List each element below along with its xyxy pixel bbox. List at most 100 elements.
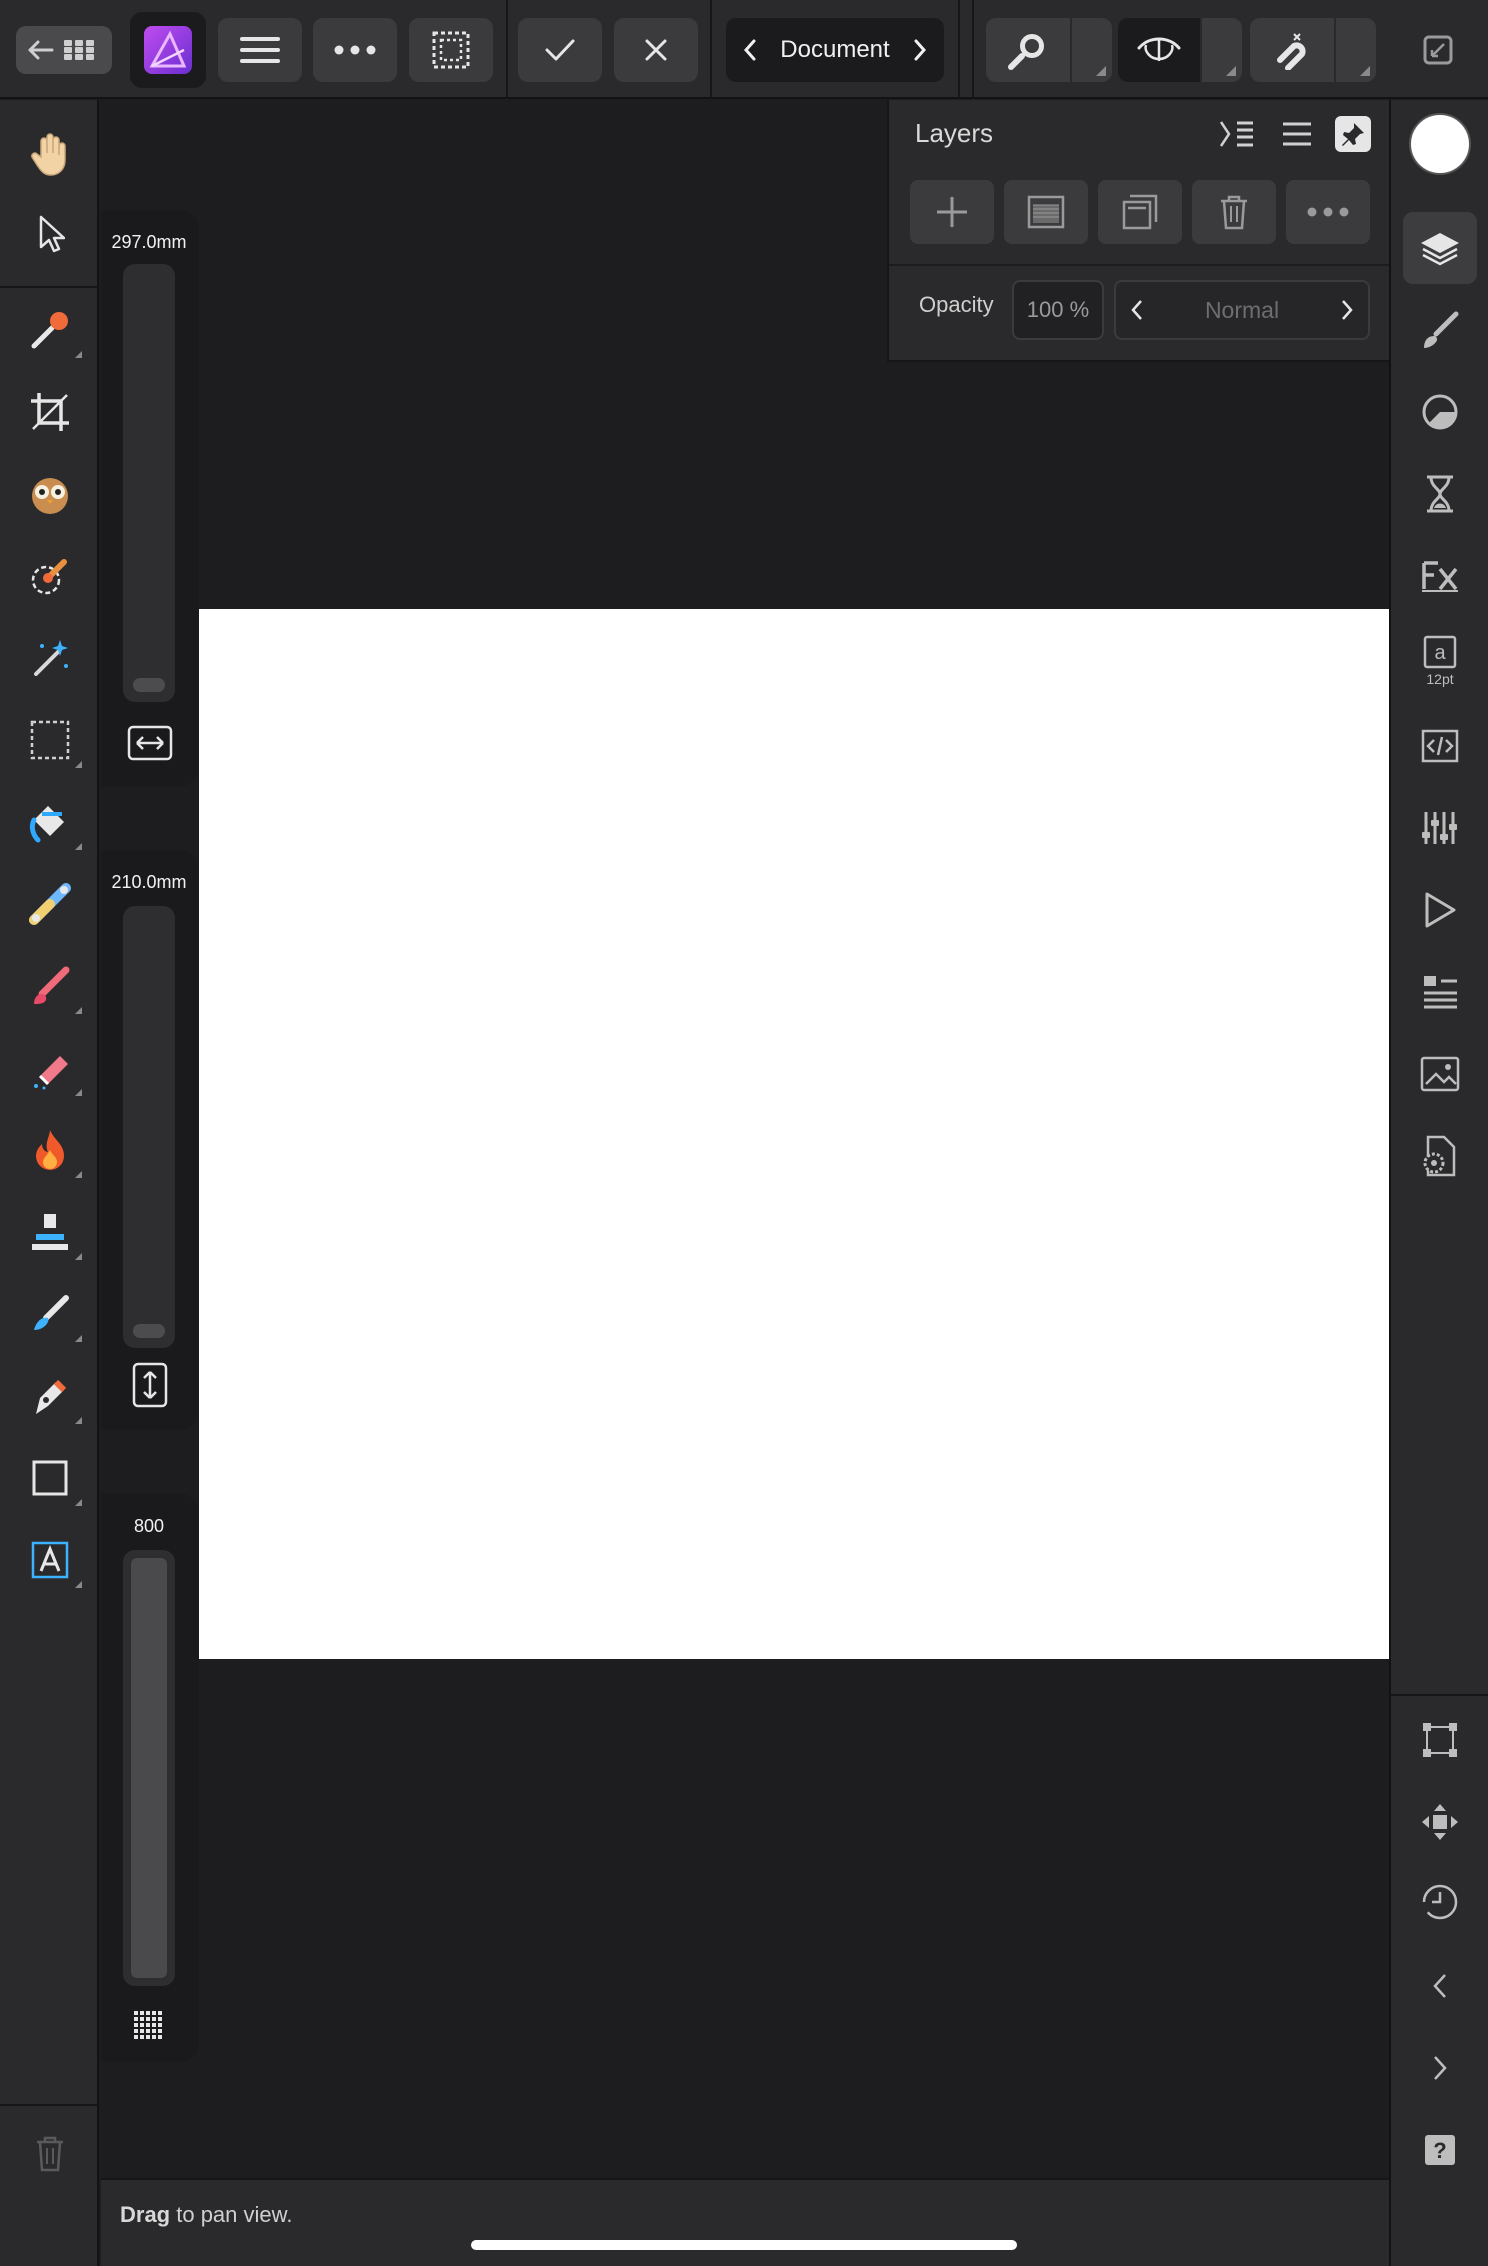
chevron-left-icon[interactable] [1130, 299, 1144, 321]
flyout-indicator [75, 1007, 82, 1014]
erase-brush-tool[interactable] [20, 1038, 82, 1098]
snapping-options-flyout[interactable] [1336, 18, 1376, 82]
eraser-icon [34, 1056, 68, 1090]
plus-icon [937, 197, 967, 227]
dodge-burn-tool[interactable] [20, 1120, 82, 1180]
gradient-tool[interactable] [20, 874, 80, 934]
cancel-button[interactable] [614, 18, 698, 82]
chevron-left-icon [1433, 1974, 1446, 1998]
delete-layer-button[interactable] [1192, 180, 1276, 244]
help-button[interactable]: ? [1403, 2114, 1477, 2186]
height-slider-panel: 210.0mm [101, 850, 199, 1430]
marquee-tool[interactable] [20, 710, 82, 770]
history-studio-button[interactable] [1403, 458, 1477, 530]
shape-tool[interactable] [20, 1448, 82, 1508]
view-options-flyout[interactable] [1202, 18, 1242, 82]
document-gear-icon [1423, 1135, 1456, 1177]
transform-studio-button[interactable] [1403, 956, 1477, 1028]
width-slider[interactable] [123, 264, 175, 702]
magnet-icon [1277, 33, 1306, 70]
character-studio-button[interactable]: a 12pt [1403, 622, 1477, 700]
pin-icon [1342, 123, 1364, 146]
navigator-studio-button[interactable] [1403, 874, 1477, 946]
add-mask-button[interactable] [1004, 180, 1088, 244]
channels-studio-button[interactable] [1403, 792, 1477, 864]
clock-history-icon [1422, 1884, 1458, 1920]
add-layer-button[interactable] [910, 180, 994, 244]
dpi-grid-icon [127, 2004, 173, 2050]
effects-studio-button[interactable] [1403, 540, 1477, 612]
chevron-right-icon[interactable] [912, 38, 928, 62]
flood-select-tool[interactable] [20, 628, 80, 688]
selection-mode-button[interactable] [409, 18, 493, 82]
move-nudge-button[interactable] [1403, 1786, 1477, 1858]
photo-persona-button[interactable] [130, 12, 206, 88]
transform-handles-button[interactable] [1403, 1704, 1477, 1776]
chevron-right-icon[interactable] [1340, 299, 1354, 321]
height-slider-thumb[interactable] [133, 1324, 165, 1338]
pen-tool[interactable] [20, 1366, 82, 1426]
collapse-panel-button[interactable] [1215, 112, 1259, 156]
blend-mode-select[interactable]: Normal [1114, 280, 1370, 340]
resize-icon [1423, 35, 1453, 65]
magic-wand-icon [34, 640, 68, 676]
code-icon [1421, 729, 1459, 763]
adjustments-studio-button[interactable] [1403, 376, 1477, 448]
crop-tool[interactable] [20, 382, 80, 442]
top-toolbar: Document [0, 0, 1488, 99]
smudge-brush-tool[interactable] [20, 1284, 82, 1344]
trash-icon [37, 2136, 63, 2172]
paintbrush-icon [34, 966, 70, 1004]
panel-menu-button[interactable] [1275, 112, 1319, 156]
home-indicator[interactable] [471, 2240, 1017, 2250]
pin-panel-button[interactable] [1335, 116, 1371, 152]
height-slider[interactable] [123, 906, 175, 1348]
text-tool[interactable] [20, 1530, 82, 1590]
stock-studio-button[interactable] [1403, 1038, 1477, 1110]
more-layer-options-button[interactable] [1286, 180, 1370, 244]
eyedropper-icon [31, 312, 68, 349]
more-button[interactable] [313, 18, 397, 82]
document-navigator[interactable]: Document [726, 18, 944, 82]
redo-button[interactable] [1403, 2032, 1477, 2104]
history-button[interactable] [1403, 1866, 1477, 1938]
image-icon [1420, 1056, 1460, 1092]
move-arrows-icon [1422, 1804, 1458, 1840]
snapping-button[interactable] [1250, 18, 1334, 82]
play-icon [1425, 892, 1456, 928]
resolution-slider-panel: 800 [101, 1494, 199, 2062]
menu-button[interactable] [218, 18, 302, 82]
color-picker-tool[interactable] [20, 300, 82, 360]
freehand-selection-tool[interactable] [20, 546, 80, 606]
paint-brush-tool[interactable] [20, 956, 82, 1016]
view-mode-button[interactable] [1118, 18, 1200, 82]
width-slider-thumb[interactable] [133, 678, 165, 692]
flood-fill-tool[interactable] [20, 792, 82, 852]
document-canvas[interactable] [199, 609, 1389, 1659]
brushes-studio-button[interactable] [1403, 294, 1477, 366]
view-tool[interactable] [20, 124, 80, 184]
zoom-options-flyout[interactable] [1072, 18, 1112, 82]
resolution-slider[interactable] [123, 1550, 175, 1986]
chevron-left-icon[interactable] [742, 38, 758, 62]
fullscreen-button[interactable] [1410, 18, 1466, 82]
opacity-field[interactable]: 100 % [1012, 280, 1104, 340]
document-settings-button[interactable] [1403, 1120, 1477, 1192]
group-layers-button[interactable] [1098, 180, 1182, 244]
color-swatch-button[interactable] [1403, 108, 1477, 180]
back-to-gallery-button[interactable] [16, 26, 112, 74]
macro-studio-button[interactable] [1403, 710, 1477, 782]
commit-button[interactable] [518, 18, 602, 82]
clone-brush-tool[interactable] [20, 1202, 82, 1262]
character-icon: a [1423, 635, 1457, 669]
selection-brush-tool[interactable] [20, 464, 80, 524]
back-grid-icon [28, 40, 94, 60]
delete-tool-button[interactable] [20, 2124, 80, 2184]
zoom-button[interactable] [986, 18, 1070, 82]
move-tool[interactable] [20, 204, 80, 264]
ellipsis-icon [334, 45, 376, 55]
width-slider-panel: 297.0mm [101, 210, 199, 786]
layers-studio-button[interactable] [1403, 212, 1477, 284]
collapse-list-icon [1219, 121, 1253, 147]
undo-button[interactable] [1403, 1950, 1477, 2022]
